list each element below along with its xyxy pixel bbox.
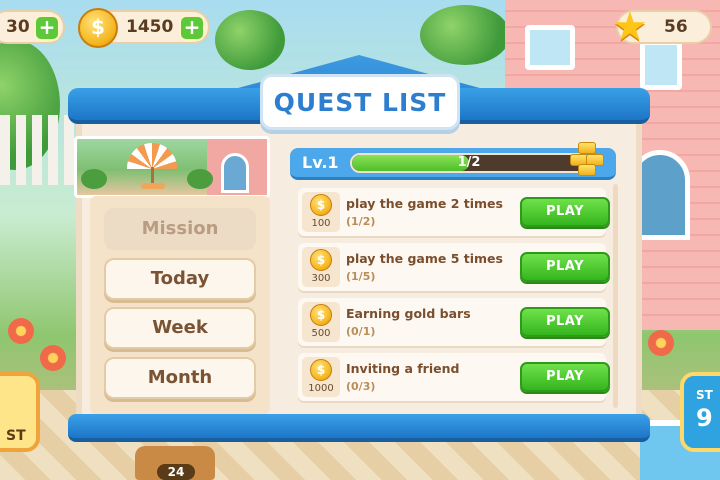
right-widget-value: 9 <box>696 404 713 432</box>
quest-scrollbar[interactable] <box>613 184 618 408</box>
play-button[interactable]: PLAY <box>520 197 610 227</box>
star-value: 56 <box>664 17 688 37</box>
star-icon: ★ <box>612 4 648 50</box>
table-decoration <box>141 183 165 189</box>
coin-icon: $ <box>310 194 332 216</box>
panel-title-plate: QUEST LIST <box>260 74 460 130</box>
window-decoration <box>525 25 575 70</box>
left-widget-label: ST <box>6 428 26 444</box>
tab-mission[interactable]: Mission <box>104 208 256 250</box>
tree-decoration <box>215 10 285 70</box>
coin-icon: $ <box>310 359 332 381</box>
panel-title: QUEST LIST <box>273 87 447 117</box>
play-button[interactable]: PLAY <box>520 252 610 282</box>
quest-title: Earning gold bars <box>346 306 471 321</box>
quest-progress: (0/3) <box>346 380 376 393</box>
quest-reward-amount: 500 <box>311 328 331 339</box>
star-counter: ★ 56 <box>612 4 712 50</box>
bush-decoration <box>81 169 107 189</box>
level-progress-text: 1/2 <box>457 155 481 170</box>
quest-progress: (1/5) <box>346 270 376 283</box>
resource-left-value: 30 <box>6 17 30 37</box>
tree-decoration <box>420 5 510 65</box>
flower-decoration <box>8 318 34 344</box>
play-button[interactable]: PLAY <box>520 362 610 392</box>
tab-today[interactable]: Today <box>104 258 256 300</box>
quest-list[interactable]: $ 100 play the game 2 times (1/2) PLAY $… <box>290 180 620 412</box>
fruit-basket[interactable]: 24 <box>135 446 215 480</box>
quest-title: Inviting a friend <box>346 361 460 376</box>
flower-decoration <box>40 345 66 371</box>
right-side-widget[interactable]: ST 9 <box>680 372 720 452</box>
quest-reward: $ 1000 <box>302 357 340 397</box>
bush-decoration <box>187 169 213 189</box>
quest-reward: $ 100 <box>302 192 340 232</box>
quest-reward: $ 300 <box>302 247 340 287</box>
coin-icon: $ <box>310 249 332 271</box>
flower-decoration <box>648 330 674 356</box>
level-label: Lv.1 <box>302 153 339 172</box>
quest-item: $ 1000 Inviting a friend (0/3) PLAY <box>298 353 610 401</box>
level-bar: Lv.1 1/2 <box>290 148 616 180</box>
add-resource-button[interactable]: + <box>34 15 60 41</box>
coin-icon: $ <box>78 8 118 48</box>
quest-reward-amount: 1000 <box>308 383 334 394</box>
add-coins-button[interactable]: + <box>179 15 205 41</box>
quest-item: $ 100 play the game 2 times (1/2) PLAY <box>298 188 610 236</box>
thumbnail-wall <box>207 139 267 195</box>
quest-reward-amount: 300 <box>311 273 331 284</box>
coin-counter: $ 1450 + <box>78 8 210 48</box>
level-progress-track: 1/2 <box>350 153 588 173</box>
tab-month[interactable]: Month <box>104 357 256 399</box>
coin-icon: $ <box>310 304 332 326</box>
quest-progress: (0/1) <box>346 325 376 338</box>
quest-reward-amount: 100 <box>311 218 331 229</box>
quest-reward: $ 500 <box>302 302 340 342</box>
quest-progress: (1/2) <box>346 215 376 228</box>
umbrella-icon <box>127 143 177 169</box>
gold-bars-icon[interactable] <box>570 142 604 178</box>
basket-counter: 24 <box>157 464 195 480</box>
quest-title: play the game 5 times <box>346 251 503 266</box>
tab-week[interactable]: Week <box>104 307 256 349</box>
quest-item: $ 500 Earning gold bars (0/1) PLAY <box>298 298 610 346</box>
quest-item: $ 300 play the game 5 times (1/5) PLAY <box>298 243 610 291</box>
resource-counter-left: 30 + <box>0 10 65 44</box>
right-widget-label: ST <box>696 388 713 402</box>
panel-bottom-bar <box>68 414 650 442</box>
play-button[interactable]: PLAY <box>520 307 610 337</box>
coin-value: 1450 <box>126 17 174 37</box>
quest-thumbnail-image <box>74 136 270 198</box>
quest-title: play the game 2 times <box>346 196 503 211</box>
left-side-widget[interactable]: ST <box>0 372 40 452</box>
